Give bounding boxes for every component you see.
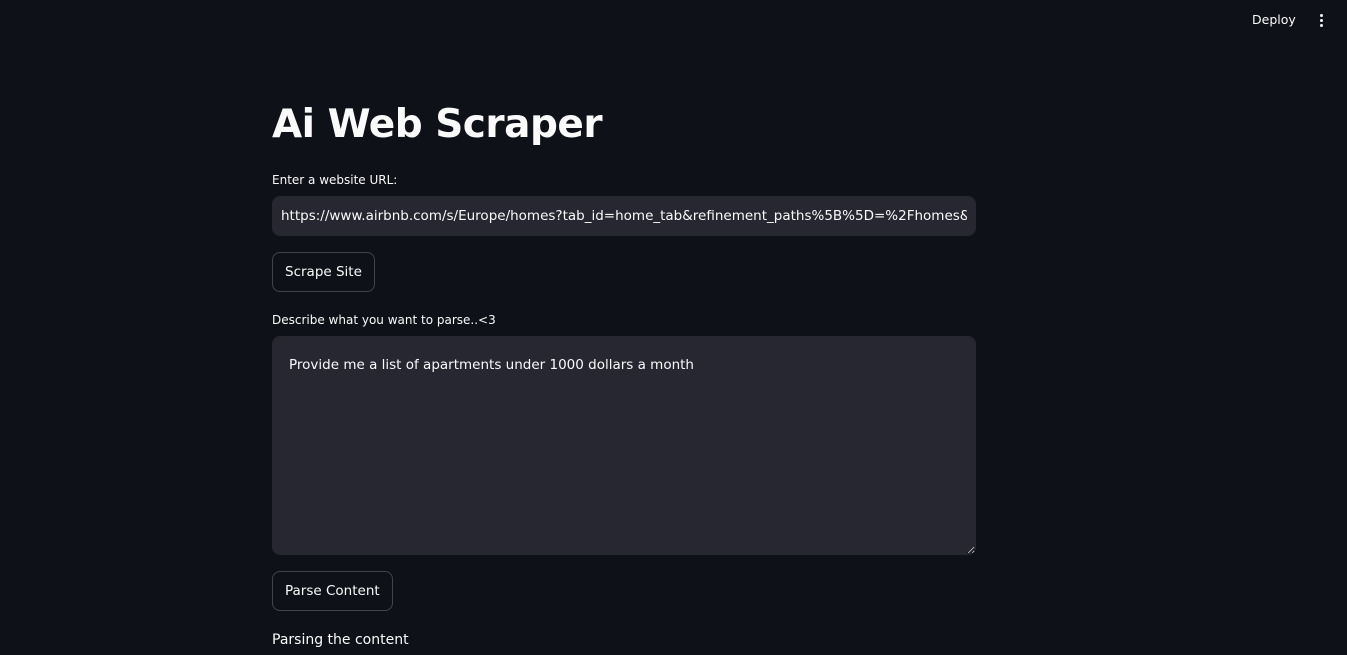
vertical-ellipsis-icon (1319, 13, 1323, 17)
parsing-status-text: Parsing the content (272, 632, 409, 648)
top-toolbar: Deploy (0, 0, 1347, 40)
page-title: Ai Web Scraper (272, 102, 603, 147)
deploy-button[interactable]: Deploy (1242, 10, 1306, 30)
parse-content-button[interactable]: Parse Content (272, 571, 393, 611)
scrape-site-button[interactable]: Scrape Site (272, 252, 375, 292)
url-input[interactable] (272, 196, 976, 236)
main-menu-button[interactable] (1310, 9, 1332, 31)
parse-description-textarea[interactable]: Provide me a list of apartments under 10… (272, 336, 976, 555)
parse-description-label: Describe what you want to parse..<3 (272, 313, 496, 327)
url-field-label: Enter a website URL: (272, 173, 398, 187)
